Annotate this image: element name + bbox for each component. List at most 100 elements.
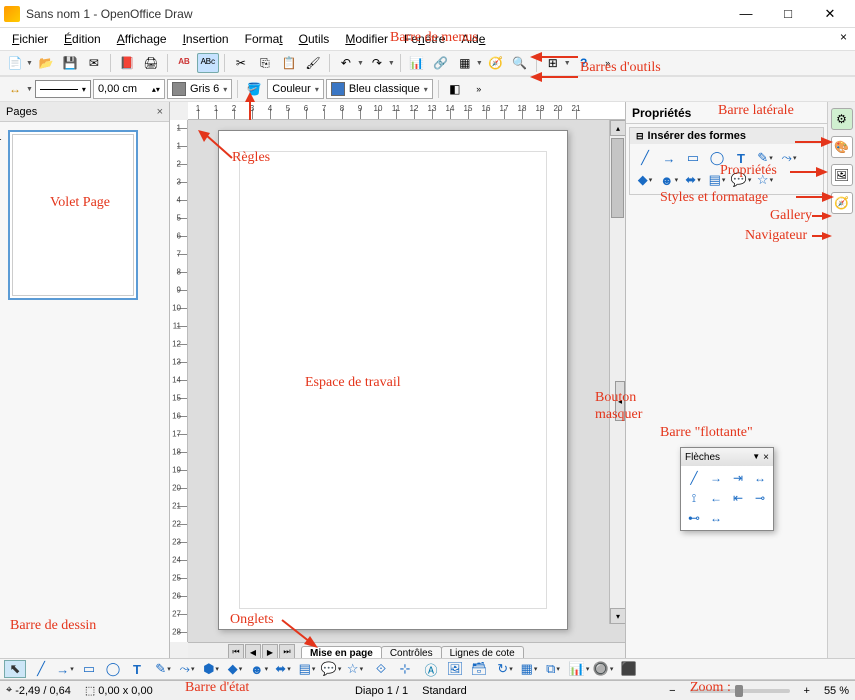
menu-fenetre[interactable]: Fenêtre [396, 30, 453, 48]
undo-dropdown[interactable]: ▼ [357, 60, 364, 67]
menu-fichier[interactable]: Fichier [4, 30, 56, 48]
db-flowchart-icon[interactable]: ▤▾ [296, 660, 318, 678]
fl-line-icon[interactable]: ╱ [685, 470, 703, 486]
fill-type-combo[interactable]: Couleur▾ [267, 79, 324, 99]
basic-shapes-icon[interactable]: ◆▾ [634, 170, 656, 190]
db-gallery-icon[interactable]: 🗃 [468, 660, 490, 678]
floating-close-icon[interactable]: × [763, 452, 769, 463]
minimize-button[interactable]: ― [725, 2, 767, 26]
arrow-shape-icon[interactable]: → [658, 148, 680, 168]
save-icon[interactable]: 💾 [59, 53, 81, 73]
stars-icon[interactable]: ☆▾ [754, 170, 776, 190]
zoom-in-icon[interactable]: + [804, 685, 810, 697]
db-glue-icon[interactable]: ⊹ [394, 660, 416, 678]
db-align-icon[interactable]: ▦▾ [518, 660, 540, 678]
menu-edition[interactable]: Édition [56, 30, 109, 48]
hide-sidebar-button[interactable]: ◂ [615, 381, 625, 421]
chart-icon[interactable]: 📊 [406, 53, 428, 73]
page-document[interactable] [218, 130, 568, 630]
undo-icon[interactable]: ↶ [335, 53, 357, 73]
db-connector-icon[interactable]: ⤳▾ [176, 660, 198, 678]
vscroll-thumb[interactable] [611, 138, 624, 218]
sidebar-navigator-icon[interactable]: 🧭 [831, 192, 853, 214]
table-dropdown[interactable]: ▼ [476, 60, 483, 67]
print-icon[interactable]: 🖨 [140, 53, 162, 73]
navigator-icon[interactable]: 🧭 [485, 53, 507, 73]
db-rotate-icon[interactable]: ↻▾ [494, 660, 516, 678]
pdf-export-icon[interactable]: 📕 [116, 53, 138, 73]
page-thumbnail[interactable]: 1 [8, 130, 138, 300]
table-icon[interactable]: ▦ [454, 53, 476, 73]
scroll-up-button[interactable]: ▴ [610, 120, 625, 136]
zoom-slider[interactable] [690, 689, 790, 693]
db-control-icon[interactable]: 🔘▾ [592, 660, 614, 678]
fl-arrow-both-icon[interactable]: ↔ [751, 470, 769, 486]
fl-arrow-sq-icon[interactable]: ⊷ [685, 510, 703, 526]
db-curve-icon[interactable]: ✎▾ [152, 660, 174, 678]
fl-arrow-cap-icon[interactable]: ⇥ [729, 470, 747, 486]
redo-icon[interactable]: ↷ [366, 53, 388, 73]
block-arrows-icon[interactable]: ⬌▾ [682, 170, 704, 190]
grid-dropdown[interactable]: ▼ [564, 60, 571, 67]
new-dropdown[interactable]: ▼ [26, 60, 33, 67]
line-width-combo[interactable]: 0,00 cm▴▾ [93, 79, 165, 99]
floating-toolbar[interactable]: Flèches ▼ × ╱ → ⇥ ↔ ⟟ ← ⇤ ⊸ ⊷ ↔ [680, 447, 774, 531]
doc-close-icon[interactable]: × [840, 30, 847, 44]
zoom-out-icon[interactable]: − [669, 685, 675, 697]
db-3d-icon[interactable]: ⬢▾ [200, 660, 222, 678]
fl-arrow-cap2-icon[interactable]: ⇤ [729, 490, 747, 506]
redo-dropdown[interactable]: ▼ [388, 60, 395, 67]
cut-icon[interactable]: ✂ [230, 53, 252, 73]
rect-shape-icon[interactable]: ▭ [682, 148, 704, 168]
menu-affichage[interactable]: Affichage [109, 30, 175, 48]
db-ellipse-icon[interactable]: ◯ [102, 660, 124, 678]
fl-arrow-dbl-icon[interactable]: ↔ [707, 510, 725, 526]
menu-outils[interactable]: Outils [291, 30, 338, 48]
fill-bucket-icon[interactable]: 🪣 [243, 79, 265, 99]
shadow-icon[interactable]: ◧ [444, 79, 466, 99]
help-icon[interactable]: ? [573, 53, 595, 73]
new-doc-icon[interactable]: 📄 [4, 53, 26, 73]
copy-icon[interactable]: ⎘ [254, 53, 276, 73]
menu-format[interactable]: Format [237, 30, 291, 48]
close-button[interactable]: ✕ [809, 2, 851, 26]
menu-modifier[interactable]: Modifier [337, 30, 396, 48]
db-points-icon[interactable]: ⟐ [370, 660, 392, 678]
db-line-icon[interactable]: ╱ [30, 660, 52, 678]
db-symbol-icon[interactable]: ☻▾ [248, 660, 270, 678]
arrow-style-icon[interactable]: ↔ [4, 79, 26, 99]
db-star-icon[interactable]: ☆▾ [344, 660, 366, 678]
db-rect-icon[interactable]: ▭ [78, 660, 100, 678]
vertical-scrollbar[interactable]: ▴ ▾ [609, 120, 625, 624]
hyperlink-icon[interactable]: 🔗 [430, 53, 452, 73]
callout-icon[interactable]: 💬▾ [730, 170, 752, 190]
spellcheck-icon[interactable]: ᴬᴮ [173, 53, 195, 73]
ellipse-shape-icon[interactable]: ◯ [706, 148, 728, 168]
symbol-shapes-icon[interactable]: ☻▾ [658, 170, 680, 190]
curve-shape-icon[interactable]: ✎▾ [754, 148, 776, 168]
fl-arrow-right-icon[interactable]: → [707, 470, 725, 486]
db-arrow-icon[interactable]: →▾ [54, 660, 76, 678]
toolbar2-overflow-icon[interactable]: » [468, 79, 490, 99]
db-fromfile-icon[interactable]: 🖼 [444, 660, 466, 678]
maximize-button[interactable]: □ [767, 2, 809, 26]
sidebar-gallery-icon[interactable]: 🖼 [831, 164, 853, 186]
paste-icon[interactable]: 📋 [278, 53, 300, 73]
sidebar-styles-icon[interactable]: 🎨 [831, 136, 853, 158]
line-style-combo[interactable]: ▾ [35, 80, 91, 98]
open-icon[interactable]: 📂 [35, 53, 57, 73]
menu-aide[interactable]: Aide [453, 30, 493, 48]
db-callout-icon[interactable]: 💬▾ [320, 660, 342, 678]
db-arrange-icon[interactable]: ⧉▾ [542, 660, 564, 678]
toolbar-overflow-icon[interactable]: » [597, 53, 619, 73]
fill-color-combo[interactable]: Bleu classique▾ [326, 79, 433, 99]
drawing-canvas[interactable]: ▴ ▾ ◂ [188, 120, 625, 642]
db-fontwork-icon[interactable]: Ⓐ [420, 660, 442, 678]
db-basic-icon[interactable]: ◆▾ [224, 660, 246, 678]
sidebar-section-header[interactable]: ⊟ Insérer des formes [630, 128, 823, 144]
fl-arrow-circ-icon[interactable]: ⊸ [751, 490, 769, 506]
scroll-down-button[interactable]: ▾ [610, 608, 625, 624]
fl-dimension-icon[interactable]: ⟟ [685, 490, 703, 506]
vertical-ruler[interactable]: 1123456789101112131415161718192021222324… [170, 120, 188, 642]
flowchart-icon[interactable]: ▤▾ [706, 170, 728, 190]
